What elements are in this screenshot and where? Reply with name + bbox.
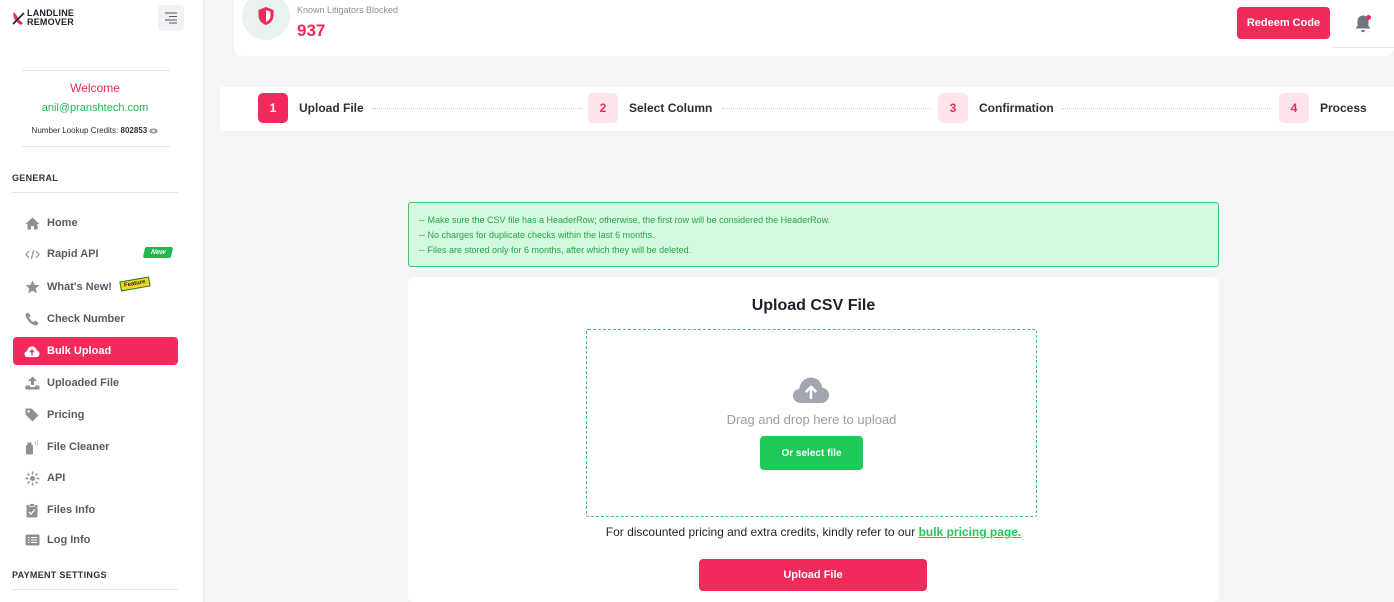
bulk-pricing-link[interactable]: bulk pricing page. [919,525,1022,539]
code-icon [24,246,40,262]
divider [12,589,178,590]
pricing-note: For discounted pricing and extra credits… [408,525,1219,539]
dropzone-text: Drag and drop here to upload [726,412,897,427]
divider [22,70,170,71]
sidebar-item-label: API [47,472,66,484]
litigators-count: 937 [297,21,326,40]
sidebar-item-label: File Cleaner [47,441,110,453]
step-number: 2 [588,93,618,123]
sidebar-item-bulk-upload[interactable]: Bulk Upload [13,337,178,365]
step-label: Confirmation [979,101,1054,115]
step-connector [1062,108,1272,109]
instruction-line: -- No charges for duplicate checks withi… [419,230,655,240]
instruction-line: -- Make sure the CSV file has a HeaderRo… [419,215,831,225]
landline-remover-logo-icon [12,12,25,25]
star-icon [24,279,40,295]
tag-icon [24,407,40,423]
bell-icon [1355,14,1371,32]
pricing-text: For discounted pricing and extra credits… [605,525,916,539]
file-dropzone[interactable]: Drag and drop here to upload Or select f… [586,329,1037,517]
upload-steps: 1 Upload File 2 Select Column 3 Confirma… [220,87,1394,131]
logo[interactable]: LANDLINE REMOVER [12,9,74,27]
home-icon [24,215,40,231]
upload-file-button[interactable]: Upload File [699,559,927,591]
welcome-text: Welcome [70,81,120,95]
sidebar-item-label: Home [47,217,78,229]
shield-icon [258,7,274,25]
step-select-column[interactable]: 2 Select Column [588,93,712,123]
step-connector [372,108,582,109]
phone-icon [24,311,40,327]
divider [12,192,178,193]
sidebar-item-label: Check Number [47,313,125,325]
step-label: Select Column [629,101,713,115]
section-title-general: GENERAL [12,173,59,183]
step-process[interactable]: 4 Process [1279,93,1367,123]
api-icon [24,470,40,486]
upload-icon [24,375,40,391]
sidebar-item-check-number[interactable]: Check Number [13,305,178,333]
new-badge: New [142,247,174,258]
list-icon [24,532,40,548]
sidebar-item-log-info[interactable]: Log Info [13,526,178,554]
notifications-button[interactable] [1332,0,1394,48]
credits-value: 802853 [120,126,148,135]
csv-instructions: -- Make sure the CSV file has a HeaderRo… [408,202,1219,267]
credits-info: Number Lookup Credits: 802853 [0,126,190,135]
sidebar-item-label: Uploaded File [47,377,120,389]
sidebar-item-api[interactable]: API [13,464,178,492]
sidebar-item-label: Pricing [47,409,85,421]
step-connector [722,108,932,109]
sidebar-item-label: Log Info [47,534,91,546]
spray-icon [24,439,40,455]
select-file-button[interactable]: Or select file [760,436,863,470]
litigators-badge [242,0,290,40]
instruction-line: -- Files are stored only for 6 months, a… [419,245,692,255]
step-confirmation[interactable]: 3 Confirmation [938,93,1054,123]
logo-line2: REMOVER [27,17,74,27]
upload-card: Upload CSV File Drag and drop here to up… [408,277,1219,602]
clipboard-icon [24,502,40,518]
divider [22,146,170,147]
step-number: 3 [938,93,968,123]
sidebar-item-label: Files Info [47,504,96,516]
menu-toggle-button[interactable] [158,5,184,31]
step-label: Process [1320,101,1367,115]
section-title-payment-settings: PAYMENT SETTINGS [12,570,107,580]
sidebar-item-label: What's New! [47,281,112,293]
credits-label: Number Lookup Credits: [31,126,119,135]
sidebar-item-home[interactable]: Home [13,209,178,237]
header: Known Litigators Blocked 937 Redeem Code [234,0,1394,56]
step-upload-file[interactable]: 1 Upload File [258,93,364,123]
sidebar-item-rapid-api[interactable]: Rapid API New [13,240,178,268]
user-email: anil@pranshtech.com [41,102,149,114]
cloud-upload-icon [793,377,829,403]
sidebar-item-label: Bulk Upload [47,345,112,357]
feature-badge: Feature [119,276,151,292]
step-label: Upload File [299,101,364,115]
sidebar-item-file-cleaner[interactable]: File Cleaner [13,433,178,461]
eye-icon[interactable] [149,128,159,134]
sidebar-item-label: Rapid API [47,248,99,260]
menu-icon [165,12,177,24]
upload-title: Upload CSV File [751,297,876,314]
step-number: 1 [258,93,288,123]
sidebar-item-whats-new[interactable]: What's New! Feature [13,273,178,301]
litigators-label: Known Litigators Blocked [297,5,399,15]
sidebar-item-uploaded-file[interactable]: Uploaded File [13,369,178,397]
sidebar-item-pricing[interactable]: Pricing [13,401,178,429]
sidebar: LANDLINE REMOVER Welcome anil@pranshtech… [0,0,204,602]
redeem-code-button[interactable]: Redeem Code [1237,7,1330,39]
step-number: 4 [1279,93,1309,123]
cloud-upload-icon [24,343,40,359]
sidebar-item-files-info[interactable]: Files Info [13,496,178,524]
